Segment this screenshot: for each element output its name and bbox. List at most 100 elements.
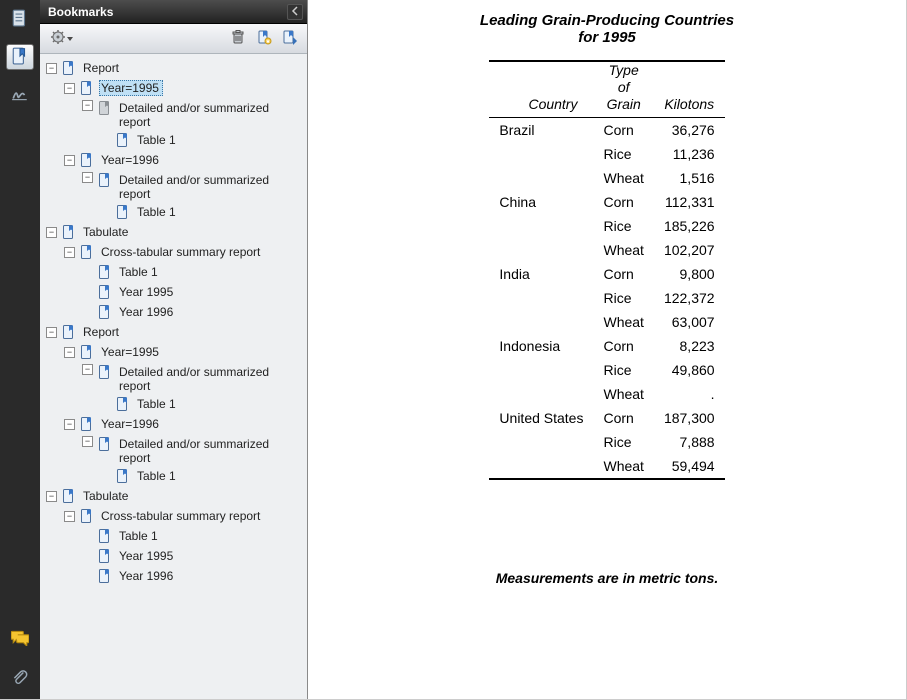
tree-toggle[interactable]: − bbox=[46, 227, 57, 238]
cell-grain: Corn bbox=[593, 118, 653, 143]
bookmark-label: Table 1 bbox=[117, 264, 162, 280]
bookmark-node[interactable]: Table 1 bbox=[46, 526, 305, 546]
cell-country: Brazil bbox=[489, 118, 593, 143]
bookmark-node[interactable]: Table 1 bbox=[46, 262, 305, 282]
comments-tab-button[interactable] bbox=[6, 625, 34, 651]
bookmark-doc-icon bbox=[115, 396, 131, 412]
tree-toggle[interactable]: − bbox=[46, 327, 57, 338]
bookmark-node[interactable]: − Tabulate bbox=[46, 486, 305, 506]
bookmark-node[interactable]: − Detailed and/or summarized report bbox=[46, 434, 305, 466]
table-row: Wheat1,516 bbox=[489, 166, 724, 190]
bookmark-label: Cross-tabular summary report bbox=[99, 244, 264, 260]
table-row: Wheat63,007 bbox=[489, 310, 724, 334]
collapse-panel-button[interactable] bbox=[287, 4, 303, 20]
tree-toggle[interactable]: − bbox=[82, 172, 93, 183]
bookmark-node[interactable]: Table 1 bbox=[46, 202, 305, 222]
cell-country bbox=[489, 166, 593, 190]
bookmark-node[interactable]: Year 1995 bbox=[46, 546, 305, 566]
bookmark-doc-icon bbox=[97, 100, 113, 116]
bookmark-label: Detailed and/or summarized report bbox=[117, 364, 277, 394]
bookmark-tree[interactable]: −Report−Year=1995−Detailed and/or summar… bbox=[40, 54, 307, 699]
table-row: Wheat102,207 bbox=[489, 238, 724, 262]
bookmark-label: Tabulate bbox=[81, 224, 132, 240]
trash-icon bbox=[230, 29, 246, 48]
cell-kilotons: 122,372 bbox=[654, 286, 725, 310]
bookmark-node[interactable]: −Year=1996 bbox=[46, 414, 305, 434]
table-row: Rice11,236 bbox=[489, 142, 724, 166]
page-thumbnails-button[interactable] bbox=[6, 6, 34, 32]
tree-toggle[interactable]: − bbox=[64, 419, 75, 430]
bookmark-node[interactable]: Year 1996 bbox=[46, 302, 305, 322]
bookmark-node[interactable]: − Report bbox=[46, 322, 305, 342]
bookmark-doc-icon bbox=[97, 284, 113, 300]
bookmark-node[interactable]: − Report bbox=[46, 58, 305, 78]
tree-toggle[interactable]: − bbox=[82, 100, 93, 111]
collapse-panel-icon bbox=[290, 5, 300, 19]
bookmark-node[interactable]: Year 1995 bbox=[46, 282, 305, 302]
bookmark-node[interactable]: Table 1 bbox=[46, 466, 305, 486]
bookmark-label: Table 1 bbox=[135, 132, 180, 148]
bookmark-node[interactable]: − Tabulate bbox=[46, 222, 305, 242]
cell-grain: Rice bbox=[593, 430, 653, 454]
cell-grain: Rice bbox=[593, 214, 653, 238]
tree-toggle-spacer bbox=[82, 551, 93, 562]
tree-toggle[interactable]: − bbox=[64, 155, 75, 166]
bookmark-node[interactable]: −Year=1996 bbox=[46, 150, 305, 170]
bookmark-node[interactable]: − Cross-tabular summary report bbox=[46, 242, 305, 262]
cell-country: India bbox=[489, 262, 593, 286]
tree-toggle[interactable]: − bbox=[64, 511, 75, 522]
tree-toggle[interactable]: − bbox=[64, 83, 75, 94]
bookmark-label: Year=1995 bbox=[99, 344, 163, 360]
bookmark-doc-icon bbox=[61, 224, 77, 240]
bookmark-node[interactable]: Table 1 bbox=[46, 130, 305, 150]
bookmark-doc-icon bbox=[97, 528, 113, 544]
bookmark-label: Tabulate bbox=[81, 488, 132, 504]
tree-toggle[interactable]: − bbox=[46, 491, 57, 502]
tree-toggle-spacer bbox=[82, 287, 93, 298]
bookmarks-panel: Bookmarks −Report−Year bbox=[40, 0, 308, 699]
bookmarks-tab-button[interactable] bbox=[6, 44, 34, 70]
bookmark-label: Report bbox=[81, 60, 123, 76]
attachments-icon bbox=[11, 668, 29, 689]
document-title-line1: Leading Grain-Producing Countries bbox=[480, 12, 734, 29]
bookmark-doc-icon bbox=[97, 568, 113, 584]
cell-grain: Corn bbox=[593, 262, 653, 286]
attachments-tab-button[interactable] bbox=[6, 665, 34, 691]
bookmark-node[interactable]: − Year=1995 bbox=[46, 342, 305, 362]
bookmark-node[interactable]: −Detailed and/or summarized report bbox=[46, 98, 305, 130]
bookmark-label: Detailed and/or summarized report bbox=[117, 436, 277, 466]
bookmark-label: Year 1996 bbox=[117, 568, 177, 584]
document-view[interactable]: Leading Grain-Producing Countries for 19… bbox=[308, 0, 906, 699]
bookmark-view-button[interactable] bbox=[279, 28, 301, 50]
cell-grain: Rice bbox=[593, 286, 653, 310]
bookmark-doc-icon bbox=[97, 436, 113, 452]
tree-toggle[interactable]: − bbox=[82, 436, 93, 447]
cell-country: China bbox=[489, 190, 593, 214]
col-country: Country bbox=[489, 96, 593, 118]
tree-toggle[interactable]: − bbox=[64, 347, 75, 358]
bookmark-node[interactable]: − Detailed and/or summarized report bbox=[46, 362, 305, 394]
grain-table: Type of Country Grain Kilotons BrazilCor… bbox=[489, 60, 724, 480]
bookmark-doc-icon bbox=[97, 304, 113, 320]
bookmark-node[interactable]: Year 1996 bbox=[46, 566, 305, 586]
table-row: BrazilCorn36,276 bbox=[489, 118, 724, 143]
bookmark-node[interactable]: −Cross-tabular summary report bbox=[46, 506, 305, 526]
table-row: Wheat. bbox=[489, 382, 724, 406]
bookmark-node[interactable]: −Detailed and/or summarized report bbox=[46, 170, 305, 202]
new-bookmark-button[interactable] bbox=[253, 28, 275, 50]
tree-toggle[interactable]: − bbox=[82, 364, 93, 375]
options-gear-icon bbox=[50, 29, 66, 48]
tree-toggle[interactable]: − bbox=[46, 63, 57, 74]
bookmark-options-button[interactable] bbox=[46, 27, 78, 50]
bookmark-doc-icon bbox=[97, 264, 113, 280]
delete-bookmark-button[interactable] bbox=[227, 28, 249, 50]
cell-grain: Corn bbox=[593, 190, 653, 214]
tree-toggle[interactable]: − bbox=[64, 247, 75, 258]
cell-country: United States bbox=[489, 406, 593, 430]
bookmark-node[interactable]: Table 1 bbox=[46, 394, 305, 414]
bookmark-label: Report bbox=[81, 324, 123, 340]
signature-tab-button[interactable] bbox=[6, 82, 34, 108]
cell-country bbox=[489, 142, 593, 166]
bookmark-node[interactable]: −Year=1995 bbox=[46, 78, 305, 98]
chevron-down-icon bbox=[66, 32, 74, 46]
